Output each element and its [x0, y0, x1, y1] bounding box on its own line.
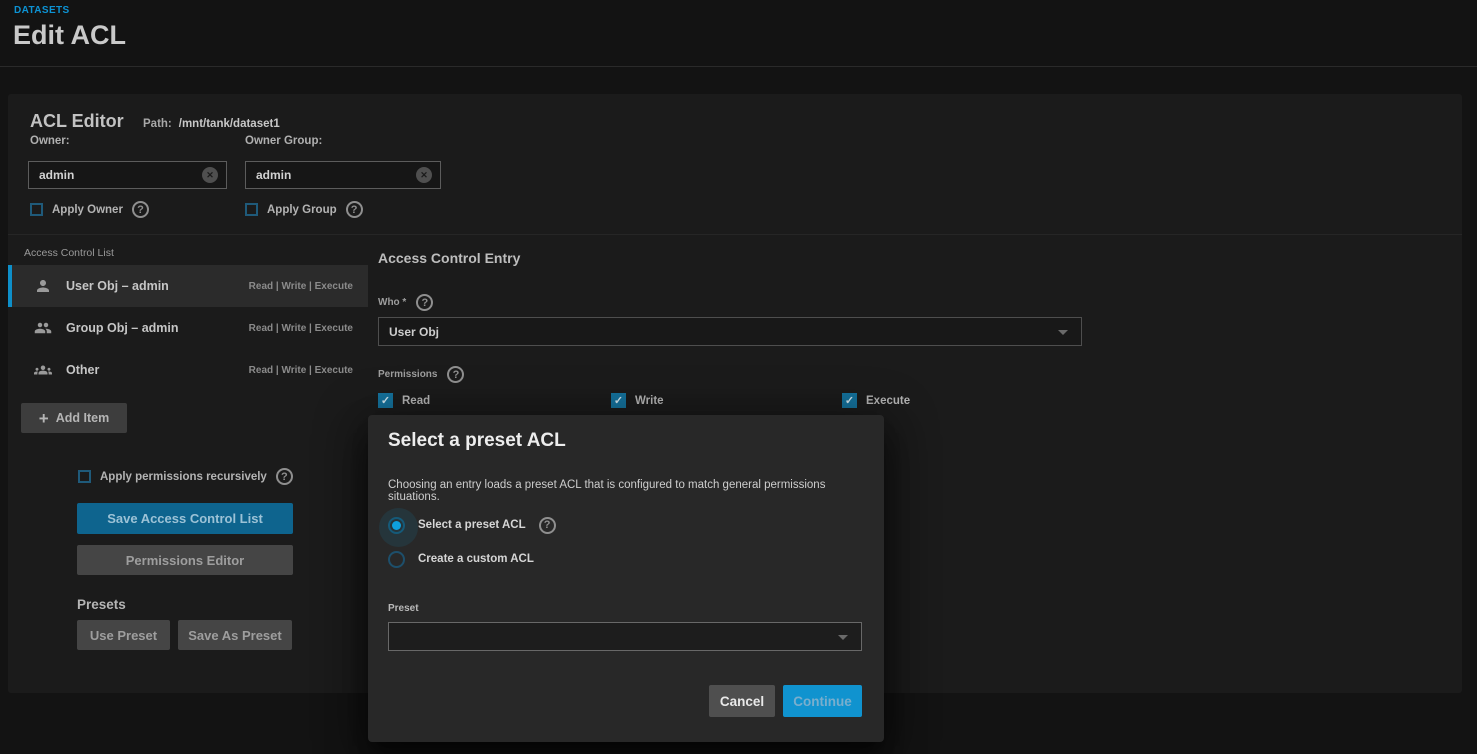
apply-group-checkbox[interactable] [245, 203, 258, 216]
edit-acl-page: DATASETS Edit ACL ACL Editor Path: /mnt/t… [0, 0, 1477, 754]
select-preset-radio[interactable] [388, 517, 405, 534]
custom-acl-radio-label: Create a custom ACL [418, 553, 534, 565]
owner-group-clear-icon[interactable]: ✕ [416, 167, 432, 183]
recursive-help-icon[interactable]: ? [276, 468, 293, 485]
chevron-down-icon [1058, 330, 1068, 335]
people-icon [31, 318, 55, 338]
recursive-label: Apply permissions recursively [100, 471, 267, 483]
perm-read-row: ✓ Read [378, 393, 430, 408]
owner-group-field-wrap: ✕ [245, 161, 441, 189]
read-label: Read [402, 395, 430, 407]
apply-owner-help-icon[interactable]: ? [132, 201, 149, 218]
owner-field-wrap: ✕ [28, 161, 227, 189]
groups-icon [31, 360, 55, 380]
acl-list-item-other[interactable]: Other Read | Write | Execute [8, 349, 368, 391]
apply-owner-row: Apply Owner ? [30, 201, 149, 218]
continue-button[interactable]: Continue [783, 685, 862, 717]
permissions-editor-button[interactable]: Permissions Editor [77, 545, 293, 575]
owner-input[interactable] [29, 168, 202, 182]
acl-item-permissions: Read | Write | Execute [249, 281, 353, 292]
path-value: /mnt/tank/dataset1 [179, 118, 280, 130]
header-divider [0, 66, 1477, 67]
who-label: Who * [378, 297, 406, 308]
save-as-preset-button[interactable]: Save As Preset [178, 620, 292, 650]
perm-execute-row: ✓ Execute [842, 393, 910, 408]
apply-group-label: Apply Group [267, 204, 337, 216]
owner-clear-icon[interactable]: ✕ [202, 167, 218, 183]
who-select-value: User Obj [379, 325, 439, 339]
add-item-label: Add Item [56, 411, 109, 425]
radio-row-custom: Create a custom ACL [388, 547, 534, 571]
preset-acl-dialog: Select a preset ACL Choosing an entry lo… [368, 415, 884, 742]
page-title: Edit ACL [13, 20, 126, 51]
radio-row-preset: Select a preset ACL ? [388, 513, 556, 537]
read-checkbox[interactable]: ✓ [378, 393, 393, 408]
acl-item-permissions: Read | Write | Execute [249, 323, 353, 334]
preset-help-icon[interactable]: ? [539, 517, 556, 534]
cancel-button[interactable]: Cancel [709, 685, 775, 717]
acl-list-item-user-obj[interactable]: User Obj – admin Read | Write | Execute [8, 265, 368, 307]
acl-item-label: Other [66, 363, 99, 377]
execute-label: Execute [866, 395, 910, 407]
preset-select[interactable] [388, 622, 862, 651]
apply-owner-checkbox[interactable] [30, 203, 43, 216]
use-preset-button[interactable]: Use Preset [77, 620, 170, 650]
ace-title: Access Control Entry [378, 250, 520, 266]
editor-list-divider [8, 234, 1462, 235]
permissions-label: Permissions [378, 369, 437, 380]
apply-group-help-icon[interactable]: ? [346, 201, 363, 218]
person-icon [31, 276, 55, 296]
owner-group-input[interactable] [246, 168, 416, 182]
perm-write-row: ✓ Write [611, 393, 664, 408]
recursive-row: Apply permissions recursively ? [78, 468, 293, 485]
execute-checkbox[interactable]: ✓ [842, 393, 857, 408]
dialog-title: Select a preset ACL [388, 430, 566, 452]
owner-label: Owner: [30, 135, 70, 147]
who-help-icon[interactable]: ? [416, 294, 433, 311]
custom-acl-radio[interactable] [388, 551, 405, 568]
save-acl-button[interactable]: Save Access Control List [77, 503, 293, 534]
presets-title: Presets [77, 597, 126, 612]
write-checkbox[interactable]: ✓ [611, 393, 626, 408]
apply-group-row: Apply Group ? [245, 201, 363, 218]
path-label: Path: [143, 118, 172, 130]
acl-list-title: Access Control List [24, 247, 114, 259]
apply-owner-label: Apply Owner [52, 204, 123, 216]
preset-field-label: Preset [388, 603, 419, 614]
who-label-row: Who * ? [378, 294, 433, 311]
write-label: Write [635, 395, 664, 407]
permissions-label-row: Permissions ? [378, 366, 464, 383]
select-preset-radio-label: Select a preset ACL [418, 519, 526, 531]
acl-list-item-group-obj[interactable]: Group Obj – admin Read | Write | Execute [8, 307, 368, 349]
breadcrumb-datasets[interactable]: DATASETS [14, 5, 70, 16]
radio-halo [379, 508, 418, 547]
acl-item-label: User Obj – admin [66, 279, 169, 293]
acl-item-label: Group Obj – admin [66, 321, 179, 335]
recursive-checkbox[interactable] [78, 470, 91, 483]
acl-editor-title: ACL Editor [30, 111, 124, 132]
dialog-description: Choosing an entry loads a preset ACL tha… [388, 479, 864, 503]
permissions-help-icon[interactable]: ? [447, 366, 464, 383]
dataset-path: Path: /mnt/tank/dataset1 [143, 118, 280, 130]
owner-group-label: Owner Group: [245, 135, 322, 147]
add-item-button[interactable]: + Add Item [21, 403, 127, 433]
who-select[interactable]: User Obj [378, 317, 1082, 346]
plus-icon: + [39, 410, 49, 427]
acl-item-permissions: Read | Write | Execute [249, 365, 353, 376]
chevron-down-icon [838, 635, 848, 640]
